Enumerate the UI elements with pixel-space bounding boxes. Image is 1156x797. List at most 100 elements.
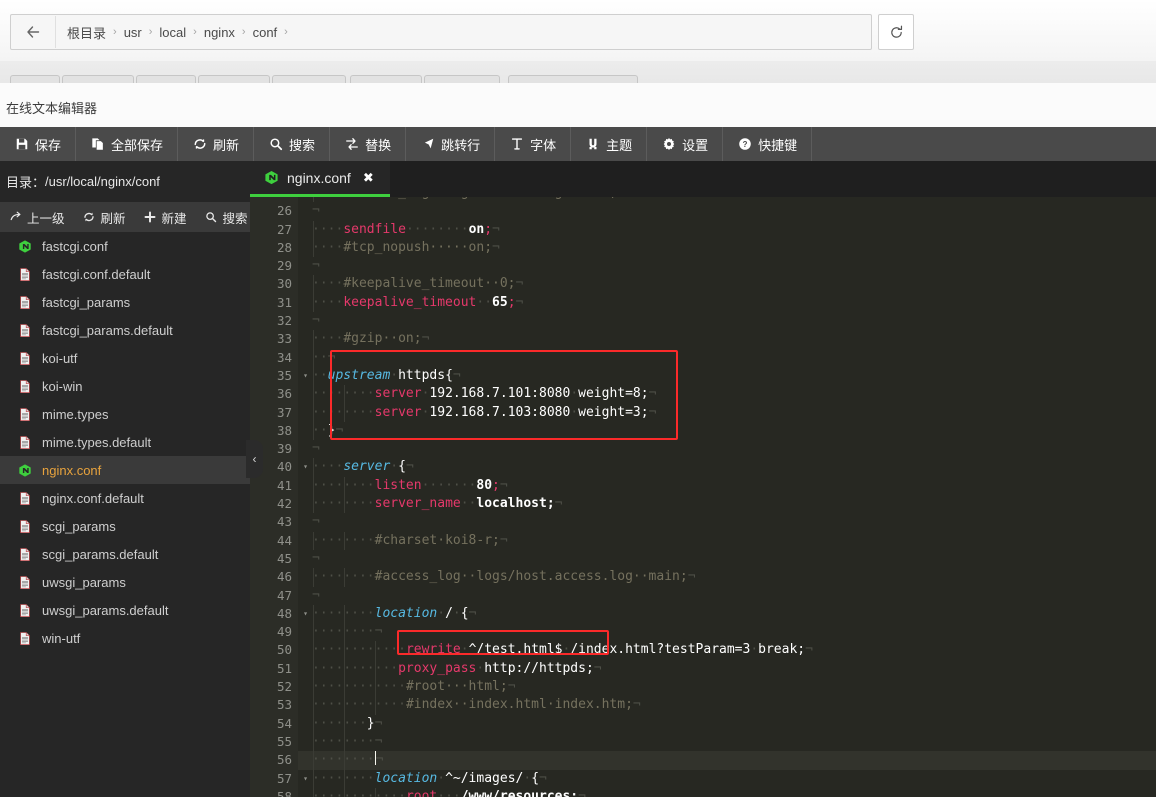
code-line[interactable]: 56 ········¬ <box>250 751 1156 770</box>
clipped-button[interactable] <box>198 75 270 83</box>
code-line[interactable]: 51 ···········proxy_pass·http://httpds;¬ <box>250 659 1156 679</box>
code-line[interactable]: 35 ▾ ··upstream·httpds{¬ <box>250 366 1156 386</box>
code-line[interactable]: 44 ········#charset·koi8-r;¬ <box>250 531 1156 550</box>
file-list-item[interactable]: nginx.conf.default <box>0 484 250 512</box>
close-icon[interactable]: ✖ <box>363 170 374 186</box>
toolbar-button-6[interactable]: 字体 <box>495 127 572 161</box>
clipped-button[interactable] <box>272 75 346 83</box>
token-ws: ···· <box>343 788 375 797</box>
line-number: 53 <box>250 696 298 715</box>
toolbar-button-0[interactable]: 保存 <box>0 127 77 161</box>
code-line[interactable]: 28 ····#tcp_nopush·····on;¬ <box>250 238 1156 258</box>
toolbar-button-4[interactable]: 替换 <box>330 127 407 161</box>
code-line[interactable]: 54 ·······}¬ <box>250 714 1156 733</box>
code-line[interactable]: 52 ············#root···html;¬ <box>250 678 1156 697</box>
code-line[interactable]: 30 ····#keepalive_timeout··0;¬ <box>250 275 1156 294</box>
code-line[interactable]: 49 ········¬ <box>250 623 1156 642</box>
line-number: 43 <box>250 513 298 532</box>
file-list-item[interactable]: win-utf <box>0 624 250 652</box>
breadcrumb-item-1[interactable]: usr <box>117 25 149 40</box>
breadcrumb-item-0[interactable]: 根目录 <box>60 23 113 42</box>
fold-toggle-icon[interactable]: ▾ <box>303 770 308 788</box>
code-line[interactable]: 53 ············#index··index.html·index.h… <box>250 696 1156 715</box>
code-line[interactable]: 38 ··}¬ <box>250 421 1156 441</box>
back-arrow-icon[interactable] <box>11 16 55 48</box>
clipped-button[interactable] <box>508 75 638 83</box>
file-list-item[interactable]: uwsgi_params.default <box>0 596 250 624</box>
toolbar-button-5[interactable]: 跳转行 <box>406 127 496 161</box>
code-text: ¬ <box>312 257 320 275</box>
file-list-item[interactable]: uwsgi_params <box>0 568 250 596</box>
code-line[interactable]: 45 ¬ <box>250 549 1156 569</box>
file-browser-button-3[interactable]: 搜索 <box>196 208 257 227</box>
file-list-item[interactable]: fastcgi.conf.default <box>0 260 250 288</box>
code-area[interactable]: 25····#access_log··logs/access.log··main… <box>250 197 1156 797</box>
clipped-button[interactable] <box>424 75 500 83</box>
file-list-item[interactable]: nginx.conf <box>0 456 250 484</box>
file-browser-button-0[interactable]: 上一级 <box>0 208 74 227</box>
code-line[interactable]: 58 ············root···/www/resources;¬ <box>250 787 1156 797</box>
file-list-item[interactable]: fastcgi.conf <box>0 232 250 260</box>
code-line[interactable]: 55 ········¬ <box>250 732 1156 752</box>
file-list-item[interactable]: scgi_params.default <box>0 540 250 568</box>
save-all-icon <box>90 137 105 152</box>
code-line[interactable]: 33 ····#gzip··on;¬ <box>250 330 1156 349</box>
code-line[interactable]: 50 ············rewrite·^/test.html$·/inde… <box>250 641 1156 660</box>
replace-icon <box>344 137 359 152</box>
code-line[interactable]: 39 ¬ <box>250 440 1156 459</box>
code-line[interactable]: 43 ¬ <box>250 513 1156 532</box>
toolbar-button-7[interactable]: 主题 <box>571 127 648 161</box>
reload-icon[interactable] <box>878 14 914 50</box>
token-val: 192.168.7.103:8080 <box>429 404 571 420</box>
clipped-button[interactable] <box>350 75 422 83</box>
code-line[interactable]: 41 ········listen·······80;¬ <box>250 476 1156 496</box>
breadcrumb-item-2[interactable]: local <box>152 25 193 40</box>
code-line[interactable]: 40 ▾ ····server·{¬ <box>250 458 1156 477</box>
fold-toggle-icon[interactable]: ▾ <box>303 605 308 623</box>
code-line[interactable]: 48 ▾ ········location·/·{¬ <box>250 604 1156 624</box>
file-list-item[interactable]: scgi_params <box>0 512 250 540</box>
code-line[interactable]: 26 ¬ <box>250 202 1156 221</box>
toolbar-button-8[interactable]: 设置 <box>647 127 724 161</box>
clipped-button[interactable] <box>136 75 196 83</box>
code-line[interactable]: 31 ····keepalive_timeout··65;¬ <box>250 293 1156 313</box>
code-text: ········location·^~/images/·{¬ <box>312 770 547 788</box>
code-line[interactable]: 29 ¬ <box>250 257 1156 276</box>
token-val: { <box>531 770 540 786</box>
fold-toggle-icon[interactable]: ▾ <box>303 458 308 476</box>
file-browser-button-2[interactable]: 新建 <box>135 208 196 227</box>
file-browser-button-1[interactable]: 刷新 <box>74 208 135 227</box>
fold-toggle-icon[interactable]: ▾ <box>303 367 308 385</box>
code-line[interactable]: 47 ¬ <box>250 586 1156 605</box>
code-line[interactable]: 42 ········server_name··localhost;¬ <box>250 495 1156 514</box>
code-line[interactable]: 34 ··¬ <box>250 348 1156 367</box>
code-line[interactable]: 32 ¬ <box>250 312 1156 331</box>
file-list-item[interactable]: koi-utf <box>0 344 250 372</box>
collapse-sidebar-handle[interactable]: ‹ <box>246 440 263 478</box>
arrow-up-level-icon <box>9 211 22 224</box>
clipped-button[interactable] <box>10 75 60 83</box>
code-line[interactable]: 46 ········#access_log··logs/host.access.… <box>250 568 1156 587</box>
token-ws: ··· <box>374 660 399 676</box>
file-list-item[interactable]: mime.types <box>0 400 250 428</box>
breadcrumb-item-4[interactable]: conf <box>246 25 285 40</box>
file-list-item[interactable]: koi-win <box>0 372 250 400</box>
file-list-item[interactable]: mime.types.default <box>0 428 250 456</box>
clipped-button[interactable] <box>62 75 134 83</box>
address-bar[interactable]: 根目录 › usr › local › nginx › conf › <box>10 14 872 50</box>
token-k: listen <box>374 477 422 493</box>
toolbar-button-9[interactable]: ? 快捷键 <box>723 127 813 161</box>
code-line[interactable]: 27 ····sendfile········on;¬ <box>250 220 1156 239</box>
editor-tab-nginx-conf[interactable]: nginx.conf ✖ <box>250 161 390 197</box>
breadcrumb-separator: › <box>284 26 288 38</box>
file-list-item[interactable]: fastcgi_params.default <box>0 316 250 344</box>
token-val: http://httpds; <box>484 660 594 676</box>
file-list-item[interactable]: fastcgi_params <box>0 288 250 316</box>
breadcrumb-item-3[interactable]: nginx <box>197 25 242 40</box>
code-line[interactable]: 36 ········server·192.168.7.101:8080·weig… <box>250 385 1156 404</box>
code-line[interactable]: 57 ▾ ········location·^~/images/·{¬ <box>250 769 1156 788</box>
toolbar-button-2[interactable]: 刷新 <box>178 127 255 161</box>
toolbar-button-3[interactable]: 搜索 <box>254 127 331 161</box>
toolbar-button-1[interactable]: 全部保存 <box>76 127 179 161</box>
code-line[interactable]: 37 ········server·192.168.7.103:8080·weig… <box>250 403 1156 422</box>
